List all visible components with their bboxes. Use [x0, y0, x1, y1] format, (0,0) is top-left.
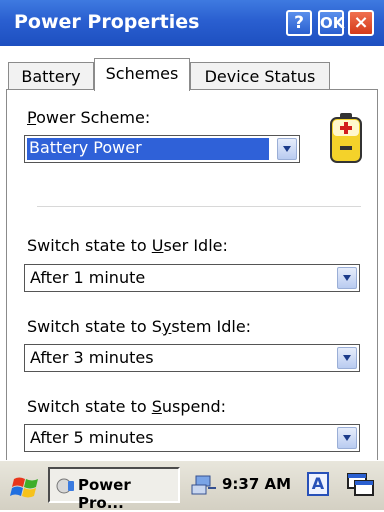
label-part: ower Scheme: — [36, 108, 151, 127]
power-icon — [56, 478, 74, 494]
label-part: uspend: — [161, 397, 227, 416]
tab-panel-right-border — [377, 89, 378, 460]
window-title: Power Properties — [14, 11, 200, 33]
label-part: Switch state to S — [27, 317, 162, 336]
tab-schemes[interactable]: Schemes — [94, 58, 190, 91]
tab-device-status[interactable]: Device Status — [190, 62, 330, 90]
battery-icon — [330, 113, 362, 163]
system-idle-select[interactable]: After 3 minutes — [24, 344, 360, 372]
separator — [37, 206, 361, 207]
suspend-value: After 5 minutes — [30, 428, 154, 447]
suspend-select[interactable]: After 5 minutes — [24, 424, 360, 452]
power-scheme-select[interactable]: Battery Power — [24, 135, 300, 163]
network-icon[interactable] — [190, 473, 218, 497]
label-part: stem Idle: — [171, 317, 252, 336]
tab-strip: Battery Schemes Device Status — [0, 46, 384, 91]
chevron-down-icon[interactable] — [277, 138, 297, 160]
clock[interactable]: 9:37 AM — [222, 475, 291, 493]
chevron-down-icon[interactable] — [337, 427, 357, 449]
tab-panel-left-border — [6, 89, 7, 460]
user-idle-select[interactable]: After 1 minute — [24, 264, 360, 292]
chevron-down-icon[interactable] — [337, 347, 357, 369]
tab-panel-top-border — [6, 89, 378, 90]
power-scheme-label: Power Scheme: — [27, 108, 150, 127]
system-idle-label: Switch state to System Idle: — [27, 317, 251, 336]
mnemonic: P — [27, 108, 37, 127]
start-button[interactable] — [10, 473, 42, 501]
tab-battery[interactable]: Battery — [8, 62, 94, 90]
label-part: ser Idle: — [163, 236, 228, 255]
title-bar: Power Properties ? OK × — [0, 0, 384, 47]
label-part: Switch state to — [27, 236, 152, 255]
task-label: Power Pro... — [78, 476, 131, 512]
user-idle-value: After 1 minute — [30, 268, 146, 287]
system-idle-value: After 3 minutes — [30, 348, 154, 367]
mnemonic: S — [151, 397, 162, 416]
desktop-icon[interactable] — [345, 471, 375, 499]
suspend-label: Switch state to Suspend: — [27, 397, 226, 416]
user-idle-label: Switch state to User Idle: — [27, 236, 228, 255]
taskbar-power-properties[interactable]: Power Pro... — [48, 467, 180, 512]
mnemonic: y — [161, 317, 172, 336]
mnemonic: U — [151, 236, 164, 255]
input-panel-button[interactable]: A — [307, 472, 329, 496]
label-part: Switch state to — [27, 397, 152, 416]
close-button[interactable]: × — [348, 10, 374, 36]
chevron-down-icon[interactable] — [337, 267, 357, 289]
ok-button[interactable]: OK — [318, 10, 344, 36]
help-button[interactable]: ? — [286, 10, 312, 36]
power-scheme-value: Battery Power — [27, 138, 269, 160]
taskbar: Power Pro... 9:37 AM A — [0, 460, 384, 512]
